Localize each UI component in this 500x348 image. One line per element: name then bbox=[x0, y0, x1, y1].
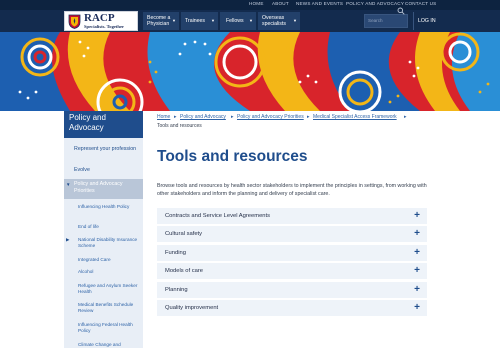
breadcrumb-separator: ▸ bbox=[307, 114, 310, 120]
util-link-home[interactable]: HOME bbox=[249, 1, 264, 6]
plus-icon: + bbox=[414, 228, 420, 239]
nav-label: Fellows bbox=[226, 18, 244, 24]
sidebar-item-priorities[interactable]: Policy and Advocacy Priorities bbox=[74, 181, 140, 194]
util-link-contact[interactable]: CONTACT US bbox=[405, 1, 436, 6]
breadcrumb-separator: ▸ bbox=[174, 114, 177, 120]
accordion-models-of-care[interactable]: Models of care + bbox=[157, 263, 427, 280]
sidebar-sub-federal-policy[interactable]: Influencing Federal Health Policy bbox=[78, 322, 140, 334]
breadcrumb-policy-advocacy[interactable]: Policy and Advocacy bbox=[180, 114, 226, 120]
accordion-quality-improvement[interactable]: Quality improvement + bbox=[157, 300, 427, 317]
breadcrumb-current: Tools and resources bbox=[157, 123, 202, 129]
triangle-right-icon: ▶ bbox=[66, 237, 70, 242]
nav-overseas-specialists[interactable]: Overseas specialists ▼ bbox=[258, 12, 300, 30]
nav-become-physician[interactable]: Become a Physician ▼ bbox=[143, 12, 179, 30]
intro-paragraph: Browse tools and resources by health sec… bbox=[157, 183, 427, 197]
breadcrumb-priorities[interactable]: Policy and Advocacy Priorities bbox=[237, 114, 304, 120]
accordion-label: Quality improvement bbox=[165, 305, 219, 311]
racp-logo[interactable]: RACP Specialists. Together bbox=[64, 11, 138, 31]
accordion-label: Contracts and Service Level Agreements bbox=[165, 213, 271, 219]
accordion-label: Cultural safety bbox=[165, 231, 203, 237]
caret-down-icon: ▼ bbox=[211, 18, 215, 23]
util-link-news[interactable]: NEWS AND EVENTS bbox=[296, 1, 343, 6]
sidebar-sub-refugee[interactable]: Refugee and Asylum Seeker Health bbox=[78, 283, 140, 295]
accordion-planning[interactable]: Planning + bbox=[157, 282, 427, 299]
search-input[interactable]: Search bbox=[364, 14, 408, 28]
sidebar-sub-climate[interactable]: Climate Change and bbox=[78, 342, 140, 348]
accordion-label: Planning bbox=[165, 287, 188, 293]
accordion-funding[interactable]: Funding + bbox=[157, 245, 427, 262]
sidebar-sub-integrated-care[interactable]: Integrated Care bbox=[78, 257, 140, 263]
utility-bar: HOME ABOUT NEWS AND EVENTS POLICY AND AD… bbox=[0, 0, 500, 10]
plus-icon: + bbox=[414, 265, 420, 276]
accordion-contracts[interactable]: Contracts and Service Level Agreements + bbox=[157, 208, 427, 225]
plus-icon: + bbox=[414, 284, 420, 295]
triangle-down-icon: ▼ bbox=[66, 182, 71, 187]
hero-artwork bbox=[0, 32, 500, 111]
accordion-cultural-safety[interactable]: Cultural safety + bbox=[157, 226, 427, 243]
breadcrumb-msaf[interactable]: Medical Specialist Access Framework bbox=[313, 114, 397, 120]
sidebar-sub-influencing-health[interactable]: Influencing Health Policy bbox=[78, 204, 140, 210]
accordion-label: Funding bbox=[165, 250, 186, 256]
crest-icon bbox=[68, 14, 81, 29]
brand-tagline: Specialists. Together bbox=[84, 24, 125, 29]
search-placeholder: Search bbox=[368, 18, 383, 23]
breadcrumb-home[interactable]: Home bbox=[157, 114, 170, 120]
brand-name: RACP bbox=[84, 12, 115, 24]
login-button[interactable]: LOG IN bbox=[413, 12, 441, 30]
sidebar-sub-alcohol[interactable]: Alcohol bbox=[78, 269, 140, 275]
plus-icon: + bbox=[414, 210, 420, 221]
nav-label: Overseas specialists bbox=[262, 15, 286, 27]
caret-down-icon: ▼ bbox=[172, 18, 176, 23]
search-icon[interactable] bbox=[397, 7, 405, 15]
sidebar-title[interactable]: Policy and Advocacy bbox=[64, 111, 143, 138]
aboriginal-art-image bbox=[0, 32, 500, 111]
nav-fellows[interactable]: Fellows ▼ bbox=[220, 12, 256, 30]
sidebar-sub-end-of-life[interactable]: End of life bbox=[78, 224, 140, 230]
nav-trainees[interactable]: Trainees ▼ bbox=[181, 12, 218, 30]
nav-label: Become a Physician bbox=[147, 15, 171, 27]
util-link-policy[interactable]: POLICY AND ADVOCACY bbox=[346, 1, 404, 6]
site-header: RACP Specialists. Together Become a Phys… bbox=[0, 7, 500, 32]
sidebar-item-evolve[interactable]: Evolve bbox=[74, 167, 140, 174]
breadcrumb-separator: ▸ bbox=[231, 114, 234, 120]
caret-down-icon: ▼ bbox=[249, 18, 253, 23]
sidebar-item-represent-profession[interactable]: Represent your profession bbox=[74, 146, 140, 153]
caret-down-icon: ▼ bbox=[293, 18, 297, 23]
nav-label: Trainees bbox=[185, 18, 205, 24]
plus-icon: + bbox=[414, 247, 420, 258]
breadcrumb-separator: ▸ bbox=[404, 114, 407, 120]
accordion-label: Models of care bbox=[165, 268, 204, 274]
plus-icon: + bbox=[414, 302, 420, 313]
sidebar-sub-mbs-review[interactable]: Medical Benefits Schedule Review bbox=[78, 302, 140, 314]
page-title: Tools and resources bbox=[157, 148, 308, 165]
sidebar-sub-ndis[interactable]: National Disability Insurance Scheme bbox=[78, 237, 140, 249]
util-link-about[interactable]: ABOUT bbox=[272, 1, 289, 6]
